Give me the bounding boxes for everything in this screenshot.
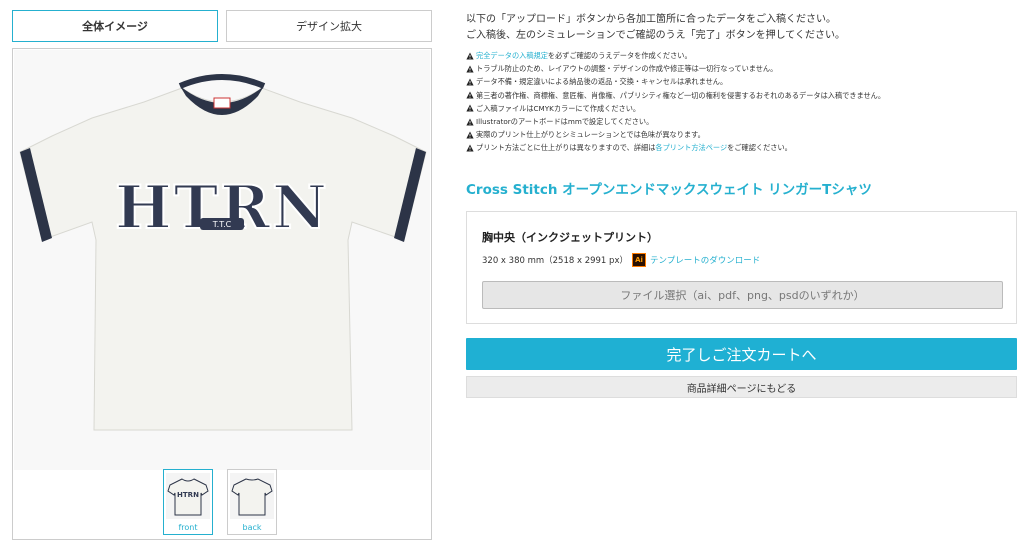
thumbnail-front[interactable]: HTRN front [163,469,213,535]
thumbnail-back-label: back [242,523,262,532]
svg-text:HTRN: HTRN [177,491,199,499]
shirt-preview-panel: HTRN T.T.C HTRN front back [12,48,432,540]
print-area-title: 胸中央（インクジェットプリント） [482,231,658,244]
caution-item: 実際のプリント仕上がりとシミュレーションとでは色味が異なります。 [466,128,885,141]
instruction-line-1: 以下の「アップロード」ボタンから各加工箇所に合ったデータをご入稿ください。 [466,14,836,25]
print-main-text: HTRN [115,173,329,243]
print-size-text: 320 x 380 mm（2518 x 2991 px） [482,256,628,266]
caution-item: ご入稿ファイルはCMYKカラーにて作成ください。 [466,102,885,115]
caution-item: トラブル防止のため、レイアウトの調整・デザインの作成や修正等は一切行なっていませ… [466,62,885,75]
warning-icon [466,131,474,139]
file-select-button[interactable]: ファイル選択（ai、pdf、png、psdのいずれか） [482,281,1003,309]
caution-item: プリント方法ごとに仕上がりは異なりますので、詳細は 各プリント方法ページ をご確認く… [466,141,885,154]
print-area-box: 胸中央（インクジェットプリント） 320 x 380 mm（2518 x 299… [466,211,1017,324]
warning-icon [466,104,474,112]
print-sub-text: T.T.C [212,220,232,229]
print-method-link[interactable]: 各プリント方法ページ [655,141,727,154]
complete-order-button[interactable]: 完了しご注文カートへ [466,338,1017,370]
instructions: 以下の「アップロード」ボタンから各加工箇所に合ったデータをご入稿ください。 ご入… [466,12,845,44]
caution-item: 完全データの入稿規定 を必ずご確認のうえデータを作成ください。 [466,49,885,62]
warning-icon [466,144,474,152]
back-to-product-button[interactable]: 商品詳細ページにもどる [466,376,1017,398]
warning-icon [466,118,474,126]
tab-overall-image[interactable]: 全体イメージ [12,10,218,42]
view-tabs: 全体イメージ デザイン拡大 [12,10,432,42]
tshirt-front-thumb-icon: HTRN [166,473,210,519]
thumbnail-front-label: front [178,523,198,532]
caution-item: 第三者の著作権、商標権、意匠権、肖像権、パブリシティ権など一切の権利を侵害するお… [466,89,885,102]
illustrator-file-icon: Ai [631,253,646,267]
shirt-simulation: HTRN T.T.C [14,50,430,470]
submission-rules-link[interactable]: 完全データの入稿規定 [476,49,548,62]
tab-design-zoom[interactable]: デザイン拡大 [226,10,432,42]
tshirt-back-thumb-icon [230,473,274,519]
instruction-line-2: ご入稿後、左のシミュレーションでご確認のうえ「完了」ボタンを押してください。 [466,30,845,41]
warning-icon [466,52,474,60]
caution-item: データ不備・規定違いによる納品後の返品・交換・キャンセルは承れません。 [466,75,885,88]
caution-list: 完全データの入稿規定 を必ずご確認のうえデータを作成ください。 トラブル防止のため… [466,49,885,155]
warning-icon [466,65,474,73]
warning-icon [466,91,474,99]
print-area-size: 320 x 380 mm（2518 x 2991 px） Ai テンプレートのダ… [482,253,760,267]
template-download-link[interactable]: テンプレートのダウンロード [650,254,760,266]
view-thumbnails: HTRN front back [163,469,277,535]
tshirt-image: HTRN T.T.C [19,74,427,431]
warning-icon [466,78,474,86]
product-title: Cross Stitch オープンエンドマックスウェイト リンガーTシャツ [466,182,872,198]
thumbnail-back[interactable]: back [227,469,277,535]
caution-item: Illustratorのアートボードはmmで設定してください。 [466,115,885,128]
